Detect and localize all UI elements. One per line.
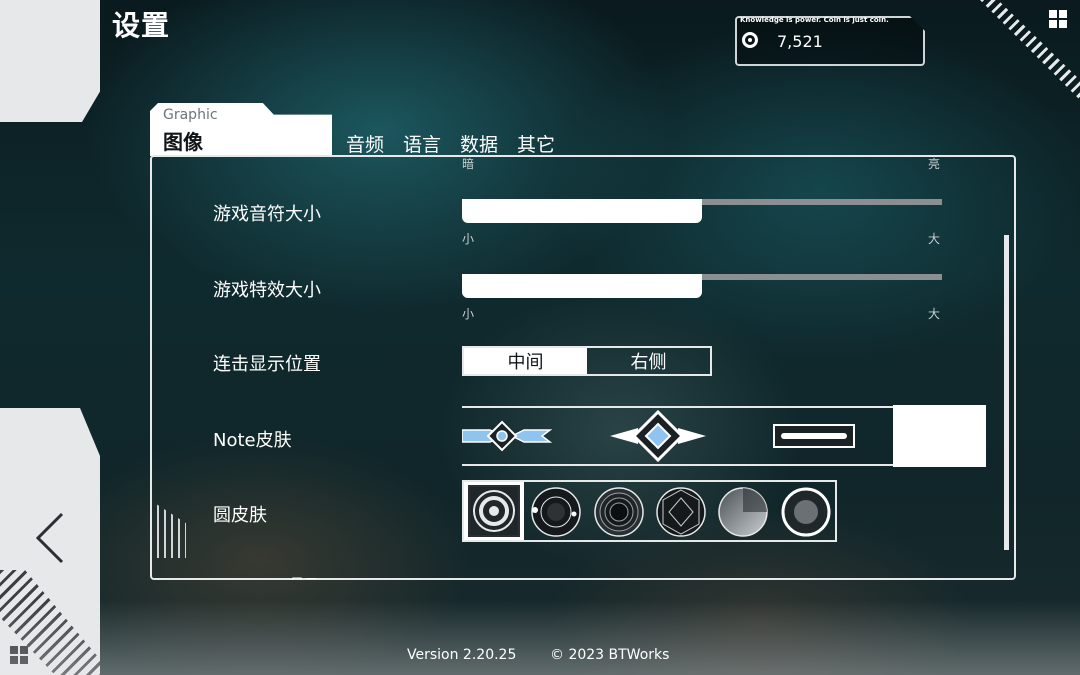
combo-position-toggle: 中间 右侧 xyxy=(462,346,712,376)
coin-icon xyxy=(742,32,758,48)
tab-audio[interactable]: 音频 xyxy=(346,130,384,157)
tab-graphic-label: 图像 xyxy=(163,130,203,154)
coin-value: 7,521 xyxy=(777,32,823,51)
circle-skin-option-6[interactable] xyxy=(780,486,832,538)
bottom-fade xyxy=(0,600,1080,675)
effect-size-slider-fill[interactable] xyxy=(462,274,702,298)
tab-data[interactable]: 数据 xyxy=(460,130,498,157)
page-title: 设置 xyxy=(112,9,171,42)
circle-skin-option-3[interactable] xyxy=(593,486,645,538)
note-skin-label: Note皮肤 xyxy=(213,430,292,451)
circle-skin-option-5[interactable] xyxy=(717,486,769,538)
brightness-max-label: 亮 xyxy=(928,157,941,171)
tab-other[interactable]: 其它 xyxy=(517,130,555,157)
cut-off-setting-label: 显示... xyxy=(290,574,331,580)
circle-skin-option-1[interactable] xyxy=(467,485,521,537)
back-chevron-icon[interactable] xyxy=(30,508,80,568)
version-text: Version 2.20.25 xyxy=(407,647,517,663)
effect-size-max-label: 大 xyxy=(928,307,941,321)
note-size-slider-fill[interactable] xyxy=(462,199,702,223)
circle-skin-option-2[interactable] xyxy=(530,486,582,538)
circle-skin-option-4[interactable] xyxy=(655,486,707,538)
effect-size-label: 游戏特效大小 xyxy=(213,280,321,301)
combo-position-label: 连击显示位置 xyxy=(213,354,321,375)
note-size-label: 游戏音符大小 xyxy=(213,204,321,225)
note-size-max-label: 大 xyxy=(928,232,941,246)
combo-position-center-option[interactable]: 中间 xyxy=(464,348,587,374)
note-skin-option-2[interactable] xyxy=(608,410,708,462)
note-skin-option-1[interactable] xyxy=(462,420,552,452)
brightness-min-label: 暗 xyxy=(462,157,475,171)
top-left-panel xyxy=(0,0,100,122)
note-skin-option-3[interactable] xyxy=(773,424,855,448)
combo-position-right-option[interactable]: 右侧 xyxy=(587,348,710,374)
copyright-text: © 2023 BTWorks xyxy=(550,647,670,663)
note-size-min-label: 小 xyxy=(462,232,475,246)
circle-skin-label: 圆皮肤 xyxy=(213,505,267,526)
tab-graphic-sub: Graphic xyxy=(163,107,218,123)
effect-size-min-label: 小 xyxy=(462,307,475,321)
coin-tagline: Knowledge is power. Coin is just coin. xyxy=(740,16,889,24)
note-skin-option-selected[interactable] xyxy=(893,405,986,467)
menu-grid-icon[interactable] xyxy=(1049,10,1067,28)
scrollbar[interactable] xyxy=(1004,235,1009,550)
tab-language[interactable]: 语言 xyxy=(403,130,441,157)
